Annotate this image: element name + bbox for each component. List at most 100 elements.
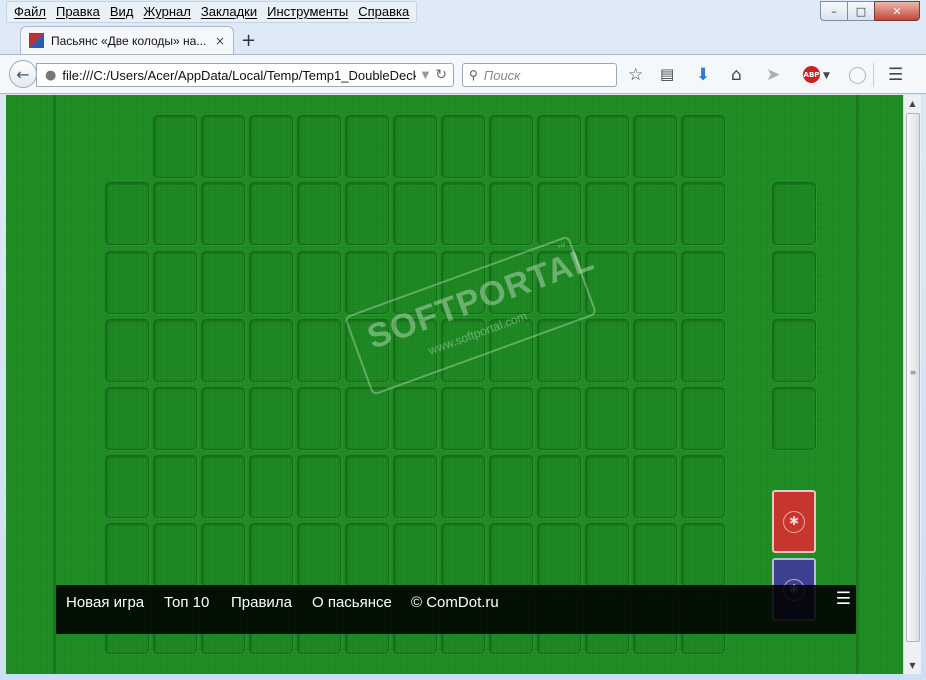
card-slot[interactable]: [153, 319, 197, 382]
card-slot[interactable]: [297, 182, 341, 245]
card-slot[interactable]: [105, 182, 149, 245]
card-slot[interactable]: [441, 115, 485, 178]
card-slot[interactable]: [585, 523, 629, 586]
card-slot[interactable]: [345, 115, 389, 178]
card-slot[interactable]: [249, 455, 293, 518]
bookmark-star-icon[interactable]: ☆: [628, 65, 643, 85]
tab-active[interactable]: Пасьянс «Две колоды» на... ×: [20, 26, 234, 54]
vertical-scrollbar[interactable]: ▲ ≡ ▼: [903, 95, 921, 674]
card-slot[interactable]: [345, 523, 389, 586]
menu-view[interactable]: Вид: [105, 2, 139, 22]
close-window-button[interactable]: ✕: [874, 1, 920, 21]
card-slot[interactable]: [633, 251, 677, 314]
stock-card-red[interactable]: ✱: [772, 490, 816, 553]
adblock-dropdown-icon[interactable]: ▼: [823, 71, 830, 81]
card-slot[interactable]: [393, 115, 437, 178]
top10-link[interactable]: Топ 10: [164, 594, 209, 611]
downloads-icon[interactable]: ⬇: [696, 65, 710, 85]
menu-bookmarks[interactable]: Закладки: [196, 2, 262, 22]
card-slot[interactable]: [201, 182, 245, 245]
card-slot[interactable]: [633, 523, 677, 586]
card-slot[interactable]: [249, 182, 293, 245]
card-slot[interactable]: [249, 319, 293, 382]
card-slot[interactable]: [249, 115, 293, 178]
card-slot[interactable]: [393, 182, 437, 245]
card-slot[interactable]: [153, 115, 197, 178]
game-menu-icon[interactable]: ☰: [836, 589, 851, 609]
card-slot[interactable]: [681, 319, 725, 382]
card-slot[interactable]: [297, 319, 341, 382]
card-slot[interactable]: [153, 251, 197, 314]
card-slot[interactable]: [585, 319, 629, 382]
menu-help[interactable]: Справка: [353, 2, 414, 22]
maximize-button[interactable]: □: [847, 1, 875, 21]
card-slot[interactable]: [393, 455, 437, 518]
card-slot[interactable]: [585, 455, 629, 518]
tab-close-icon[interactable]: ×: [215, 34, 225, 48]
menu-history[interactable]: Журнал: [138, 2, 195, 22]
bookmarks-list-icon[interactable]: ▤: [660, 65, 674, 83]
card-slot[interactable]: [489, 115, 533, 178]
card-slot[interactable]: [201, 319, 245, 382]
menu-file[interactable]: Файл: [9, 2, 51, 22]
scroll-up-icon[interactable]: ▲: [904, 95, 921, 112]
card-slot[interactable]: [537, 455, 581, 518]
card-slot[interactable]: [201, 387, 245, 450]
card-slot[interactable]: [537, 523, 581, 586]
card-slot[interactable]: [772, 182, 816, 245]
url-dropdown-icon[interactable]: ▼: [422, 70, 430, 81]
sync-icon[interactable]: ◯: [848, 65, 867, 85]
card-slot[interactable]: [105, 319, 149, 382]
back-button[interactable]: ←: [9, 60, 37, 88]
hamburger-menu-icon[interactable]: ☰: [888, 65, 903, 85]
url-bar[interactable]: ● file:///C:/Users/Acer/AppData/Local/Te…: [36, 63, 454, 87]
card-slot[interactable]: [249, 523, 293, 586]
card-slot[interactable]: [297, 115, 341, 178]
menu-tools[interactable]: Инструменты: [262, 2, 353, 22]
new-game-link[interactable]: Новая игра: [66, 594, 144, 611]
card-slot[interactable]: [537, 182, 581, 245]
card-slot[interactable]: [393, 387, 437, 450]
send-icon[interactable]: ➤: [766, 65, 780, 85]
url-text[interactable]: file:///C:/Users/Acer/AppData/Local/Temp…: [62, 68, 415, 83]
card-slot[interactable]: [105, 387, 149, 450]
reload-icon[interactable]: ↻: [435, 67, 447, 83]
card-slot[interactable]: [489, 387, 533, 450]
scroll-thumb[interactable]: ≡: [906, 113, 920, 642]
card-slot[interactable]: [153, 182, 197, 245]
card-slot[interactable]: [249, 387, 293, 450]
card-slot[interactable]: [441, 455, 485, 518]
card-slot[interactable]: [201, 455, 245, 518]
card-slot[interactable]: [201, 115, 245, 178]
card-slot[interactable]: [772, 251, 816, 314]
comdot-link[interactable]: © ComDot.ru: [411, 594, 499, 611]
search-input[interactable]: ⚲ Поиск: [462, 63, 617, 87]
card-slot[interactable]: [585, 115, 629, 178]
card-slot[interactable]: [681, 115, 725, 178]
card-slot[interactable]: [681, 455, 725, 518]
card-slot[interactable]: [297, 251, 341, 314]
card-slot[interactable]: [393, 523, 437, 586]
card-slot[interactable]: [633, 115, 677, 178]
card-slot[interactable]: [441, 523, 485, 586]
card-slot[interactable]: [633, 182, 677, 245]
card-slot[interactable]: [489, 455, 533, 518]
card-slot[interactable]: [537, 387, 581, 450]
card-slot[interactable]: [633, 455, 677, 518]
new-tab-button[interactable]: +: [241, 30, 256, 51]
card-slot[interactable]: [297, 455, 341, 518]
card-slot[interactable]: [345, 182, 389, 245]
card-slot[interactable]: [772, 387, 816, 450]
card-slot[interactable]: [201, 523, 245, 586]
card-slot[interactable]: [681, 251, 725, 314]
card-slot[interactable]: [105, 251, 149, 314]
scroll-down-icon[interactable]: ▼: [904, 657, 921, 674]
card-slot[interactable]: [537, 115, 581, 178]
card-slot[interactable]: [681, 387, 725, 450]
card-slot[interactable]: [585, 387, 629, 450]
card-slot[interactable]: [681, 182, 725, 245]
minimize-button[interactable]: –: [820, 1, 848, 21]
card-slot[interactable]: [153, 455, 197, 518]
card-slot[interactable]: [489, 523, 533, 586]
card-slot[interactable]: [633, 319, 677, 382]
